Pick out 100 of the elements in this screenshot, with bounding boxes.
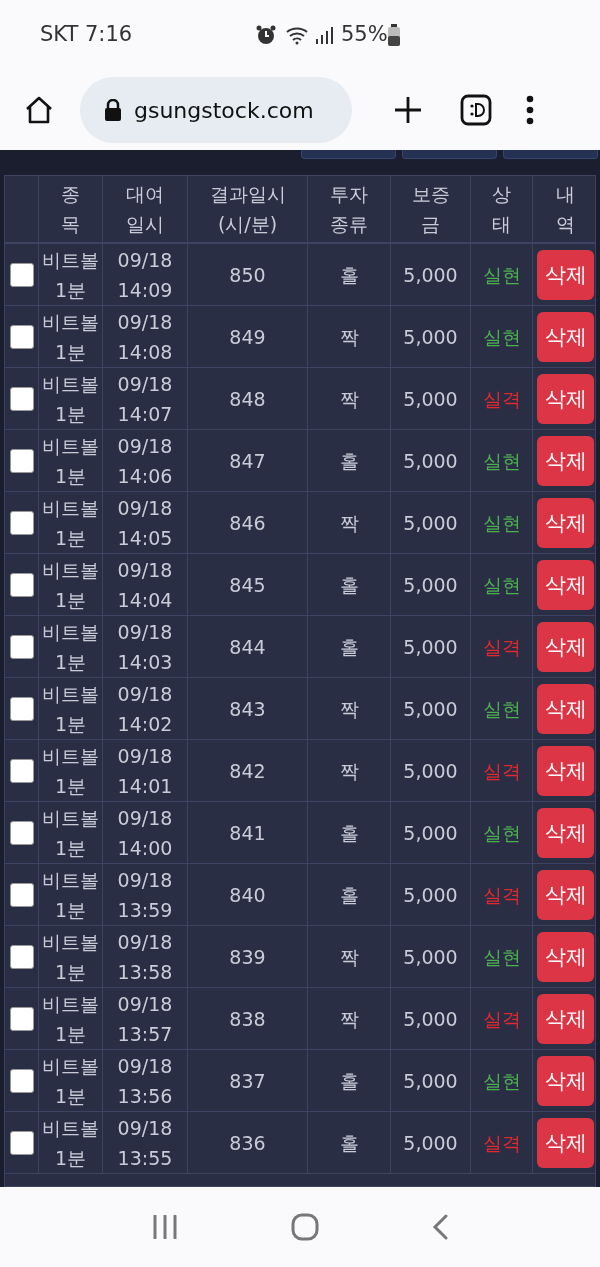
rental-time: 09/18 14:00 [116,805,174,861]
bet-type: 짝 [339,696,359,722]
row-checkbox[interactable] [9,944,34,969]
item-name: 비트볼 1분 [41,867,100,923]
rental-time: 09/18 13:55 [116,1115,174,1171]
rental-time: 09/18 13:57 [116,991,174,1047]
result-round: 839 [229,944,266,970]
bet-type: 짝 [339,386,359,412]
row-checkbox[interactable] [9,820,34,845]
plus-icon[interactable] [394,96,422,124]
recent-apps-icon[interactable] [152,1215,179,1239]
delete-button[interactable]: 삭제 [537,373,594,424]
rental-time: 09/18 14:07 [116,371,174,427]
delete-button[interactable]: 삭제 [537,621,594,672]
item-name: 비트볼 1분 [41,619,100,675]
deposit-amount: 5,000 [403,386,458,412]
item-name: 비트볼 1분 [41,1115,100,1171]
deposit-amount: 5,000 [403,1006,458,1032]
deposit-amount: 5,000 [403,1068,458,1094]
bet-type: 짝 [339,944,359,970]
deposit-amount: 5,000 [403,882,458,908]
item-name: 비트볼 1분 [41,681,100,737]
delete-button[interactable]: 삭제 [537,745,594,796]
deposit-amount: 5,000 [403,448,458,474]
back-icon[interactable] [431,1214,448,1240]
result-round: 841 [229,820,266,846]
result-round: 845 [229,572,266,598]
bet-type: 짝 [339,1006,359,1032]
status-text: 실현 [482,820,521,846]
rental-time: 09/18 14:08 [116,309,174,365]
row-checkbox[interactable] [9,758,34,783]
status-text: 실현 [482,1068,521,1094]
bet-type: 홀 [339,820,359,846]
delete-button[interactable]: 삭제 [537,497,594,548]
home-button-icon[interactable] [291,1213,319,1241]
delete-button[interactable]: 삭제 [537,683,594,734]
bet-type: 홀 [339,1068,359,1094]
column-header: 투자종류 [330,182,368,237]
item-name: 비트볼 1분 [41,247,100,303]
bet-type: 홀 [339,634,359,660]
column-header: 상태 [492,182,511,237]
url-bar[interactable]: gsungstock.com [80,77,352,143]
result-round: 837 [229,1068,266,1094]
delete-button[interactable]: 삭제 [537,807,594,858]
bet-type: 홀 [339,572,359,598]
url-text: gsungstock.com [134,96,314,125]
column-header: 보증금 [411,182,450,237]
deposit-amount: 5,000 [403,1130,458,1156]
rental-time: 09/18 13:56 [116,1053,174,1109]
rental-time: 09/18 14:06 [116,433,174,489]
delete-button[interactable]: 삭제 [537,435,594,486]
row-checkbox[interactable] [9,262,34,287]
tab-switcher-icon[interactable] [460,94,492,126]
delete-button[interactable]: 삭제 [537,869,594,920]
delete-button[interactable]: 삭제 [537,931,594,982]
row-checkbox[interactable] [9,448,34,473]
deposit-amount: 5,000 [403,572,458,598]
rental-time: 09/18 14:04 [116,557,174,613]
result-round: 842 [229,758,266,784]
delete-button[interactable]: 삭제 [537,559,594,610]
menu-icon[interactable] [526,95,534,125]
row-checkbox[interactable] [9,1068,34,1093]
result-round: 850 [229,262,266,288]
row-checkbox[interactable] [9,572,34,597]
battery-percent: 55% [341,21,388,49]
status-text: 실격 [482,634,521,660]
status-text: 실격 [482,758,521,784]
column-header: 종목 [61,182,80,237]
item-name: 비트볼 1분 [41,1053,100,1109]
column-header: 내역 [556,182,575,237]
row-checkbox[interactable] [9,634,34,659]
delete-button[interactable]: 삭제 [537,249,594,300]
status-text: 실현 [482,324,521,350]
rental-time: 09/18 14:05 [116,495,174,551]
delete-button[interactable]: 삭제 [537,1055,594,1106]
bet-type: 짝 [339,324,359,350]
item-name: 비트볼 1분 [41,743,100,799]
battery-icon [387,24,400,46]
result-round: 843 [229,696,266,722]
result-round: 849 [229,324,266,350]
row-checkbox[interactable] [9,386,34,411]
status-text: 실격 [482,386,521,412]
status-text: 실현 [482,448,521,474]
delete-button[interactable]: 삭제 [537,311,594,362]
home-icon[interactable] [24,95,54,125]
signal-icon [315,26,333,44]
row-checkbox[interactable] [9,510,34,535]
delete-button[interactable]: 삭제 [537,993,594,1044]
row-checkbox[interactable] [9,696,34,721]
row-checkbox[interactable] [9,1130,34,1155]
status-text: 실현 [482,944,521,970]
row-checkbox[interactable] [9,324,34,349]
row-checkbox[interactable] [9,1006,34,1031]
deposit-amount: 5,000 [403,696,458,722]
rental-time: 09/18 14:02 [116,681,174,737]
result-round: 838 [229,1006,266,1032]
row-checkbox[interactable] [9,882,34,907]
item-name: 비트볼 1분 [41,495,100,551]
delete-button[interactable]: 삭제 [537,1117,594,1168]
deposit-amount: 5,000 [403,262,458,288]
